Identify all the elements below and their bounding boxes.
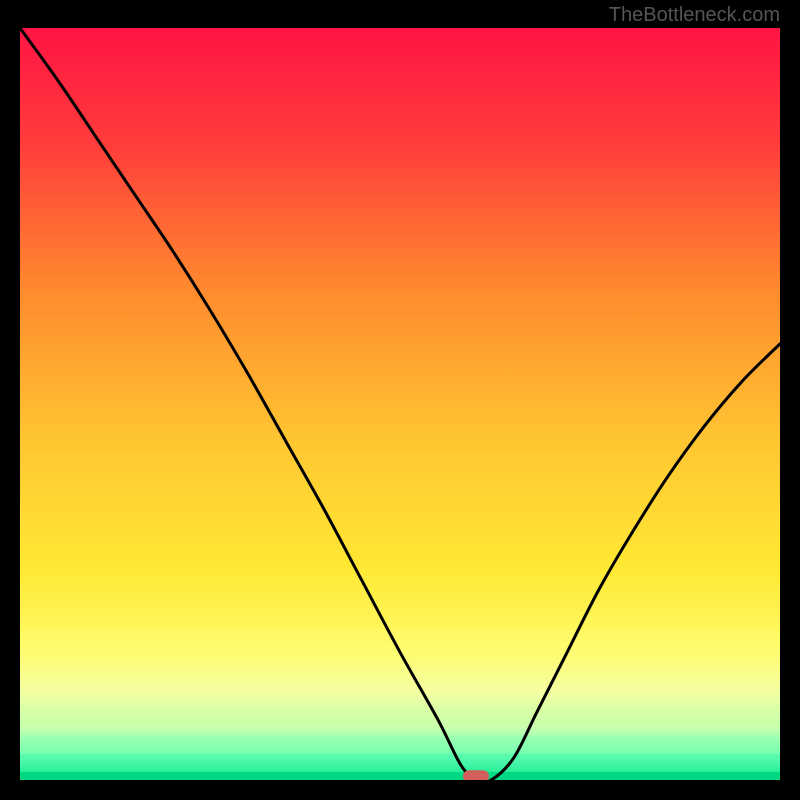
watermark-text: TheBottleneck.com: [609, 4, 780, 27]
gradient-background: [20, 28, 780, 780]
plot-frame: [20, 28, 780, 780]
green-floor: [20, 772, 780, 780]
minimum-marker: [463, 770, 489, 780]
chart-svg: [20, 28, 780, 780]
